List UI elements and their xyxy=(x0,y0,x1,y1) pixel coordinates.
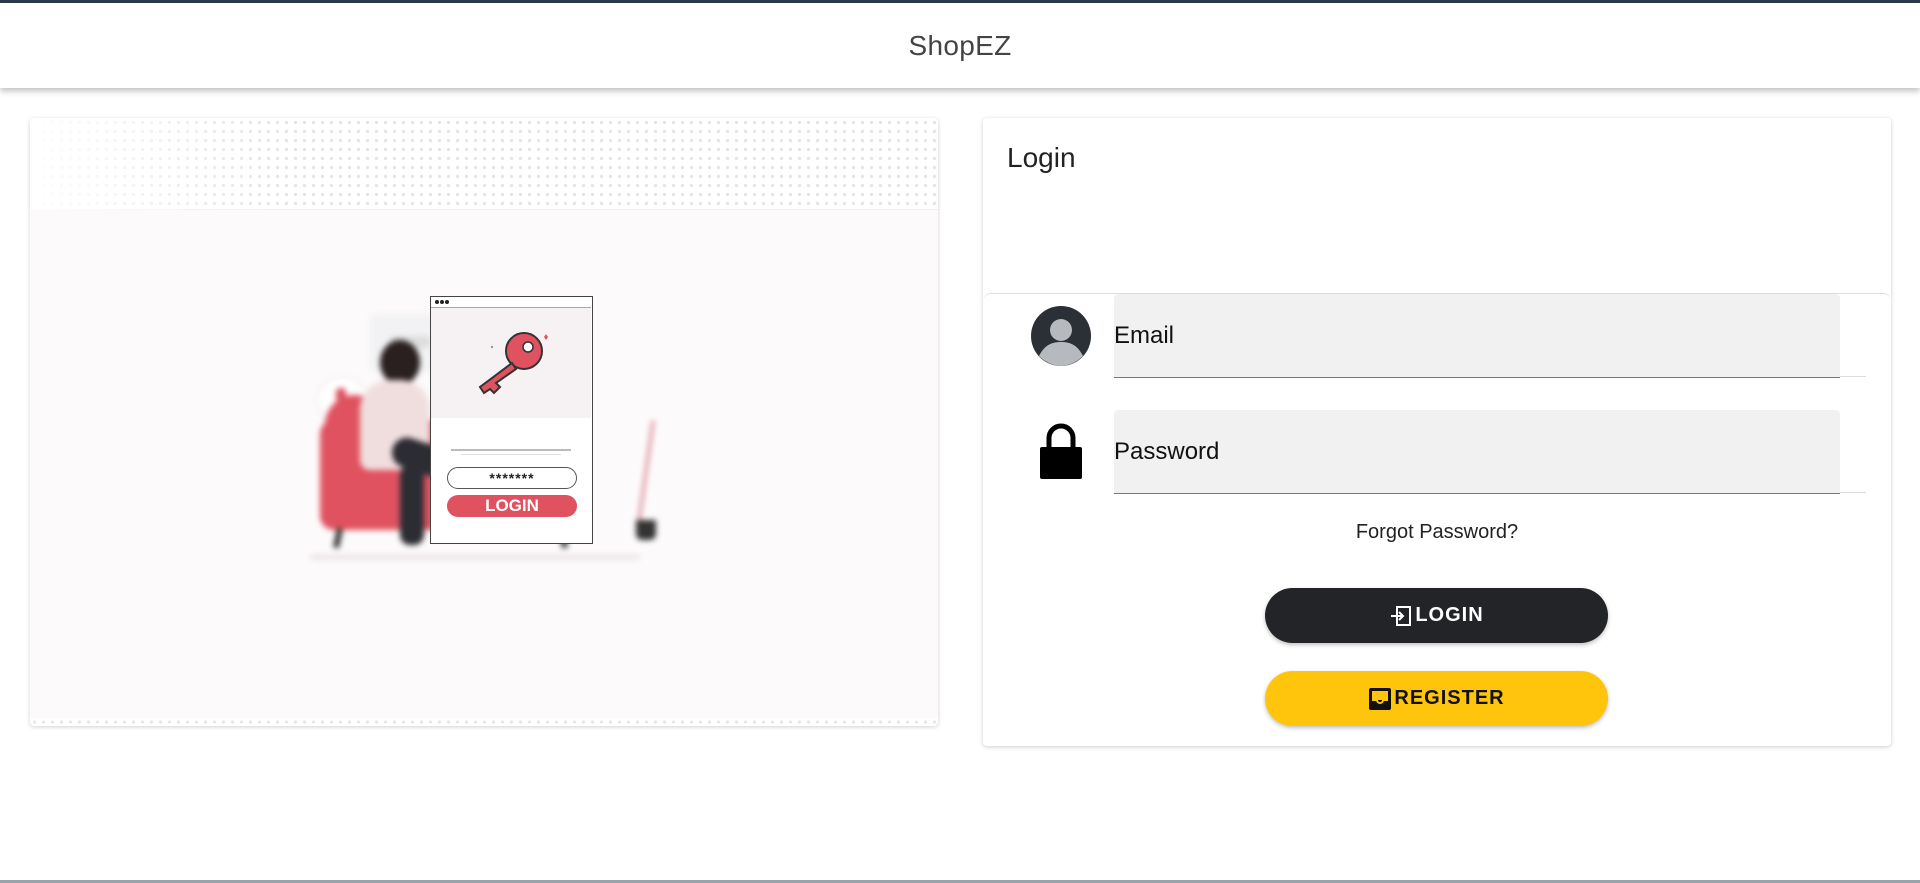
login-icon xyxy=(1389,604,1413,628)
app-bar: ShopEZ xyxy=(0,3,1920,88)
login-card: Login Email Forgot Password? LOGIN REGIS… xyxy=(983,118,1891,746)
login-button-label: LOGIN xyxy=(1415,604,1484,626)
forgot-password-link[interactable]: Forgot Password? xyxy=(983,521,1891,544)
inbox-icon xyxy=(1368,687,1392,711)
email-row xyxy=(1031,294,1869,378)
email-field[interactable] xyxy=(1114,294,1840,378)
email-field-container xyxy=(1114,294,1840,378)
login-form: Forgot Password? LOGIN REGISTER xyxy=(983,293,1891,746)
login-button[interactable]: LOGIN xyxy=(1265,588,1608,643)
phone-password-field: ******* xyxy=(447,467,577,489)
password-row xyxy=(1031,410,1869,494)
illustration-card: ******* LOGIN xyxy=(30,118,938,726)
phone-login-button: LOGIN xyxy=(447,495,577,517)
phone-mockup: ******* LOGIN xyxy=(430,296,593,544)
key-icon xyxy=(478,332,548,395)
login-title: Login xyxy=(1007,142,1076,173)
dot-pattern-footer xyxy=(30,718,938,726)
account-circle-icon xyxy=(1031,306,1091,366)
register-button[interactable]: REGISTER xyxy=(1265,671,1608,726)
login-illustration: ******* LOGIN xyxy=(30,210,938,718)
app-title: ShopEZ xyxy=(908,29,1012,61)
lock-icon xyxy=(1031,422,1091,482)
password-field[interactable] xyxy=(1114,410,1840,494)
password-field-container xyxy=(1114,410,1840,494)
register-button-label: REGISTER xyxy=(1394,687,1505,709)
